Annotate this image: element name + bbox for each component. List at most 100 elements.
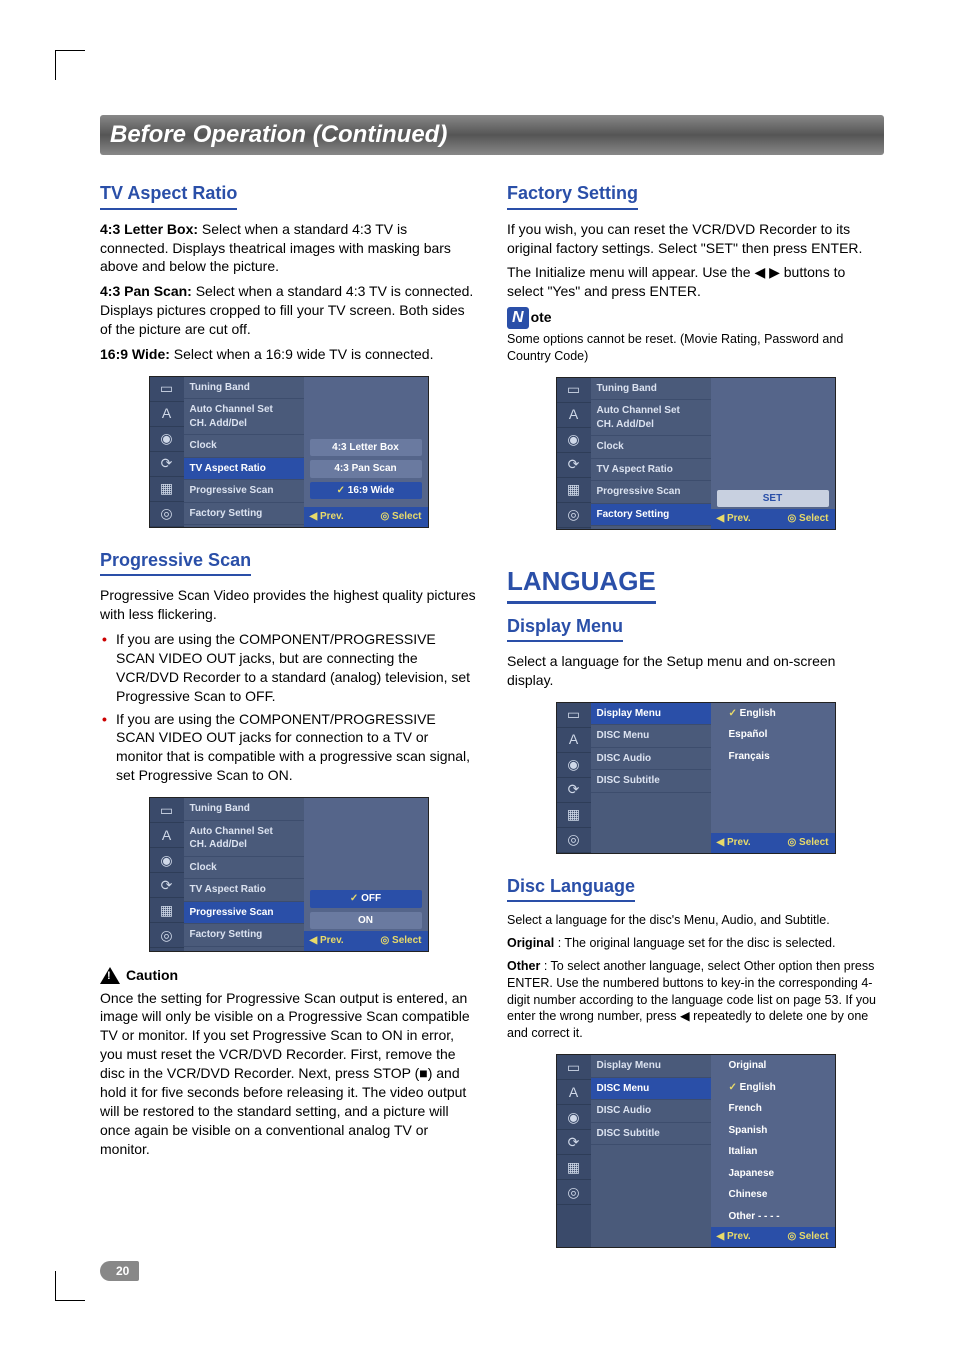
- menu-options-column: Original English French Spanish Italian …: [711, 1055, 835, 1247]
- menu-item: Auto Channel Set CH. Add/Del: [184, 399, 304, 435]
- menu-footer: Prev. Select: [711, 1227, 835, 1247]
- menu-item: Tuning Band: [591, 378, 711, 401]
- menu-icon-column: ▭ A ◉ ⟳ ▦ ◎: [557, 703, 591, 853]
- refresh-icon: ⟳: [557, 1130, 591, 1155]
- prev-label: Prev.: [717, 1230, 751, 1244]
- circle-icon: ◉: [150, 427, 184, 452]
- section-title-display-menu: Display Menu: [507, 614, 623, 642]
- menu-item-selected: TV Aspect Ratio: [184, 458, 304, 481]
- bullet-list: If you are using the COMPONENT/PROGRESSI…: [100, 630, 477, 785]
- body-text: 4:3 Pan Scan: Select when a standard 4:3…: [100, 282, 477, 339]
- menu-item: Factory Setting: [184, 924, 304, 947]
- section-title-factory: Factory Setting: [507, 181, 638, 209]
- osd-menu-display-language: ▭ A ◉ ⟳ ▦ ◎ Display Menu DISC Menu DISC …: [556, 702, 836, 854]
- right-column: Factory Setting If you wish, you can res…: [507, 175, 884, 1261]
- menu-item: Tuning Band: [184, 377, 304, 400]
- option-label: Other: [507, 959, 540, 973]
- section-title-tv-aspect: TV Aspect Ratio: [100, 181, 237, 209]
- warning-triangle-icon: [100, 967, 120, 984]
- menu-option: Italian: [717, 1143, 829, 1161]
- circle-icon: ◉: [557, 428, 591, 453]
- menu-icon-column: ▭ A ◉ ⟳ ▦ ◎: [557, 378, 591, 529]
- menu-options-column: OFF ON Prev. Select: [304, 798, 428, 951]
- body-text: The Initialize menu will appear. Use the…: [507, 263, 884, 301]
- grid-icon: ▦: [557, 803, 591, 828]
- refresh-icon: ⟳: [557, 453, 591, 478]
- menu-items-column: Tuning Band Auto Channel Set CH. Add/Del…: [591, 378, 711, 529]
- menu-option-selected: OFF: [310, 890, 422, 908]
- menu-item: Factory Setting: [184, 503, 304, 526]
- body-text: Select a language for the disc's Menu, A…: [507, 912, 884, 929]
- section-title-disc-language: Disc Language: [507, 874, 635, 902]
- menu-item: TV Aspect Ratio: [184, 879, 304, 902]
- menu-items-column: Tuning Band Auto Channel Set CH. Add/Del…: [184, 798, 304, 951]
- menu-option: Other - - - -: [717, 1208, 829, 1226]
- disc-icon: ◎: [557, 828, 591, 853]
- menu-item-selected: Progressive Scan: [184, 902, 304, 925]
- osd-menu-factory: ▭ A ◉ ⟳ ▦ ◎ Tuning Band Auto Channel Set…: [556, 377, 836, 530]
- refresh-icon: ⟳: [150, 452, 184, 477]
- option-label: 16:9 Wide:: [100, 346, 170, 362]
- caution-text: Once the setting for Progressive Scan ou…: [100, 989, 477, 1159]
- grid-icon: ▦: [150, 477, 184, 502]
- section-title-progressive: Progressive Scan: [100, 548, 251, 576]
- tv-icon: ▭: [557, 378, 591, 403]
- menu-item: Auto Channel Set CH. Add/Del: [184, 821, 304, 857]
- menu-options-column: English Español Français Prev. Select: [711, 703, 835, 853]
- osd-menu-disc-language: ▭ A ◉ ⟳ ▦ ◎ Display Menu DISC Menu DISC …: [556, 1054, 836, 1248]
- letter-icon: A: [557, 728, 591, 753]
- circle-icon: ◉: [557, 753, 591, 778]
- menu-item: Clock: [184, 435, 304, 458]
- banner-title: Before Operation (Continued): [110, 121, 447, 148]
- menu-item: DISC Menu: [591, 725, 711, 748]
- option-label: Original: [507, 936, 554, 950]
- menu-icon-column: ▭ A ◉ ⟳ ▦ ◎: [557, 1055, 591, 1247]
- menu-option: Japanese: [717, 1165, 829, 1183]
- menu-items-column: Display Menu DISC Menu DISC Audio DISC S…: [591, 1055, 711, 1247]
- menu-item-selected: Display Menu: [591, 703, 711, 726]
- note-heading: N ote: [507, 307, 884, 329]
- menu-footer: Prev. Select: [711, 833, 835, 853]
- prev-label: Prev.: [717, 512, 751, 526]
- menu-item: Display Menu: [591, 1055, 711, 1078]
- menu-option: Original: [717, 1057, 829, 1075]
- menu-option: ON: [310, 912, 422, 930]
- menu-option-set: SET: [717, 490, 829, 508]
- body-text: Progressive Scan Video provides the high…: [100, 586, 477, 624]
- letter-icon: A: [557, 403, 591, 428]
- disc-icon: ◎: [150, 923, 184, 948]
- menu-option-selected: English: [717, 1079, 829, 1097]
- letter-icon: A: [150, 402, 184, 427]
- osd-menu-tv-aspect: ▭ A ◉ ⟳ ▦ ◎ Tuning Band Auto Channel Set…: [149, 376, 429, 528]
- menu-option-selected: 16:9 Wide: [310, 482, 422, 500]
- osd-menu-progressive: ▭ A ◉ ⟳ ▦ ◎ Tuning Band Auto Channel Set…: [149, 797, 429, 952]
- menu-item: DISC Subtitle: [591, 770, 711, 793]
- letter-icon: A: [150, 823, 184, 848]
- page-number: 20: [100, 1261, 139, 1281]
- body-text: Original : The original language set for…: [507, 935, 884, 952]
- menu-item: Clock: [184, 857, 304, 880]
- crop-mark: [55, 1271, 85, 1301]
- menu-item-selected: Factory Setting: [591, 504, 711, 527]
- menu-items-column: Tuning Band Auto Channel Set CH. Add/Del…: [184, 377, 304, 527]
- body-text: Other : To select another language, sele…: [507, 958, 884, 1042]
- menu-option: Chinese: [717, 1186, 829, 1204]
- menu-item: Tuning Band: [184, 798, 304, 821]
- body-text: If you wish, you can reset the VCR/DVD R…: [507, 220, 884, 258]
- disc-icon: ◎: [557, 503, 591, 528]
- menu-option-selected: English: [717, 705, 829, 723]
- tv-icon: ▭: [557, 1055, 591, 1080]
- tv-icon: ▭: [150, 377, 184, 402]
- prev-label: Prev.: [310, 934, 344, 948]
- select-label: Select: [788, 836, 829, 850]
- main-heading-language: LANGUAGE: [507, 564, 656, 604]
- note-label: ote: [531, 308, 552, 327]
- menu-item: DISC Audio: [591, 1100, 711, 1123]
- crop-mark: [55, 50, 85, 80]
- grid-icon: ▦: [557, 478, 591, 503]
- circle-icon: ◉: [557, 1105, 591, 1130]
- grid-icon: ▦: [557, 1155, 591, 1180]
- two-column-layout: TV Aspect Ratio 4:3 Letter Box: Select w…: [100, 175, 884, 1261]
- menu-item: TV Aspect Ratio: [591, 459, 711, 482]
- menu-items-column: Display Menu DISC Menu DISC Audio DISC S…: [591, 703, 711, 853]
